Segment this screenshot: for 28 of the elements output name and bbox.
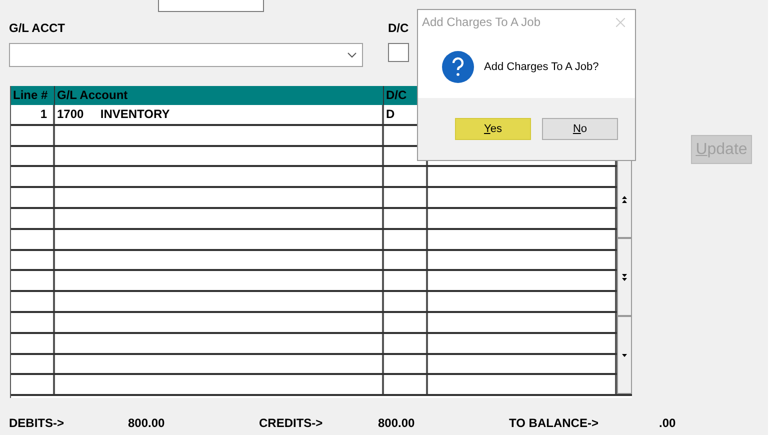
dialog-button[interactable]: Yes xyxy=(455,118,531,140)
dc-field[interactable] xyxy=(388,43,409,62)
chevron-down-icon xyxy=(347,52,357,58)
account-dropdown[interactable] xyxy=(9,43,363,67)
double-down-arrow-icon xyxy=(622,274,627,280)
close-icon[interactable] xyxy=(616,18,625,26)
total-label: DEBITS-> xyxy=(9,415,66,432)
dialog-button[interactable]: No xyxy=(542,118,618,140)
question-icon xyxy=(442,51,474,83)
column-header: Line # xyxy=(11,86,55,105)
dialog-title: Add Charges To A Job xyxy=(422,14,541,31)
scroll-button[interactable] xyxy=(617,238,632,316)
dialog-message: Add Charges To A Job? xyxy=(484,60,599,75)
total-label: TO BALANCE-> xyxy=(509,415,600,432)
total-value: 800.00 xyxy=(378,415,415,432)
column-header: G/L Account xyxy=(55,86,384,105)
total-value: .00 xyxy=(659,415,676,432)
field-label: D/C xyxy=(388,20,409,37)
total-value: 800.00 xyxy=(128,415,165,432)
table-cell: 1 xyxy=(11,105,55,124)
field-label: G/L ACCT xyxy=(9,20,65,37)
scroll-button[interactable] xyxy=(617,160,632,238)
input-field[interactable] xyxy=(158,0,264,12)
table-cell: 1700 INVENTORY xyxy=(55,105,384,124)
down-arrow-icon xyxy=(622,354,627,356)
scroll-button[interactable] xyxy=(617,316,632,394)
total-label: CREDITS-> xyxy=(259,415,324,432)
double-up-arrow-icon xyxy=(622,196,627,202)
